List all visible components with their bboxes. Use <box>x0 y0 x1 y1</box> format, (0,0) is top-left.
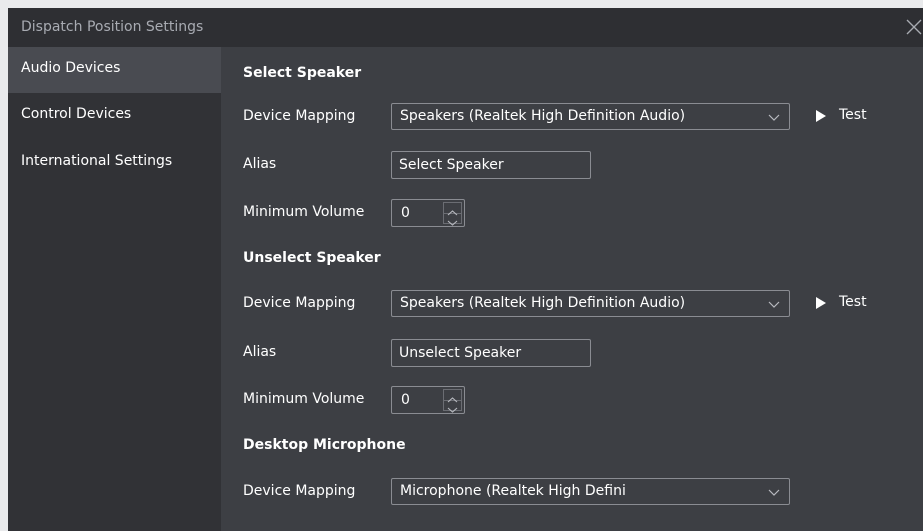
device-mapping-label: Device Mapping <box>243 295 356 311</box>
chevron-down-icon <box>768 114 780 121</box>
sidebar-item-international-settings[interactable]: International Settings <box>8 140 221 186</box>
unselect-speaker-alias-input[interactable] <box>391 339 591 367</box>
chevron-down-icon <box>768 489 780 496</box>
section-title-desktop-microphone: Desktop Microphone <box>243 437 406 453</box>
play-icon <box>816 110 826 122</box>
test-label: Test <box>839 294 867 310</box>
unselect-speaker-device-dropdown[interactable]: Speakers (Realtek High Definition Audio) <box>391 290 790 317</box>
dropdown-selected-value: Speakers (Realtek High Definition Audio) <box>400 108 686 124</box>
settings-dialog: Dispatch Position Settings Audio Devices… <box>8 8 923 531</box>
minimum-volume-label: Minimum Volume <box>243 204 365 220</box>
volume-value: 0 <box>401 392 410 408</box>
play-icon <box>816 297 826 309</box>
alias-label: Alias <box>243 156 277 172</box>
sidebar-item-audio-devices[interactable]: Audio Devices <box>8 47 221 93</box>
decrement-button[interactable] <box>444 400 461 413</box>
alias-label: Alias <box>243 344 277 360</box>
unselect-speaker-volume-stepper[interactable]: 0 <box>391 386 465 414</box>
sidebar-item-label: Control Devices <box>21 106 132 122</box>
section-title-unselect-speaker: Unselect Speaker <box>243 250 381 266</box>
desktop-microphone-device-dropdown[interactable]: Microphone (Realtek High Defini <box>391 478 790 505</box>
chevron-down-icon <box>447 407 458 413</box>
sidebar-nav: Audio Devices Control Devices Internatio… <box>8 47 221 531</box>
decrement-button[interactable] <box>444 213 461 226</box>
test-label: Test <box>839 107 867 123</box>
chevron-down-icon <box>447 220 458 226</box>
sidebar-item-control-devices[interactable]: Control Devices <box>8 93 221 139</box>
select-speaker-volume-stepper[interactable]: 0 <box>391 199 465 227</box>
select-speaker-device-dropdown[interactable]: Speakers (Realtek High Definition Audio) <box>391 103 790 130</box>
dropdown-selected-value: Microphone (Realtek High Defini <box>400 483 626 499</box>
dropdown-selected-value: Speakers (Realtek High Definition Audio) <box>400 295 686 311</box>
chevron-down-icon <box>768 301 780 308</box>
close-button[interactable] <box>903 16 923 38</box>
select-speaker-alias-input[interactable] <box>391 151 591 179</box>
close-icon <box>906 19 922 35</box>
stepper-arrows <box>443 389 462 413</box>
minimum-volume-label: Minimum Volume <box>243 391 365 407</box>
title-bar: Dispatch Position Settings <box>8 8 923 47</box>
sidebar-item-label: International Settings <box>21 153 173 169</box>
window-title: Dispatch Position Settings <box>21 19 204 35</box>
stepper-arrows <box>443 202 462 226</box>
unselect-speaker-test-button[interactable]: Test <box>815 290 877 316</box>
device-mapping-label: Device Mapping <box>243 108 356 124</box>
audio-devices-panel: Select Speaker Device Mapping Speakers (… <box>221 47 923 531</box>
device-mapping-label: Device Mapping <box>243 483 356 499</box>
sidebar-item-label: Audio Devices <box>21 60 121 76</box>
section-title-select-speaker: Select Speaker <box>243 65 362 81</box>
select-speaker-test-button[interactable]: Test <box>815 103 877 129</box>
volume-value: 0 <box>401 205 410 221</box>
